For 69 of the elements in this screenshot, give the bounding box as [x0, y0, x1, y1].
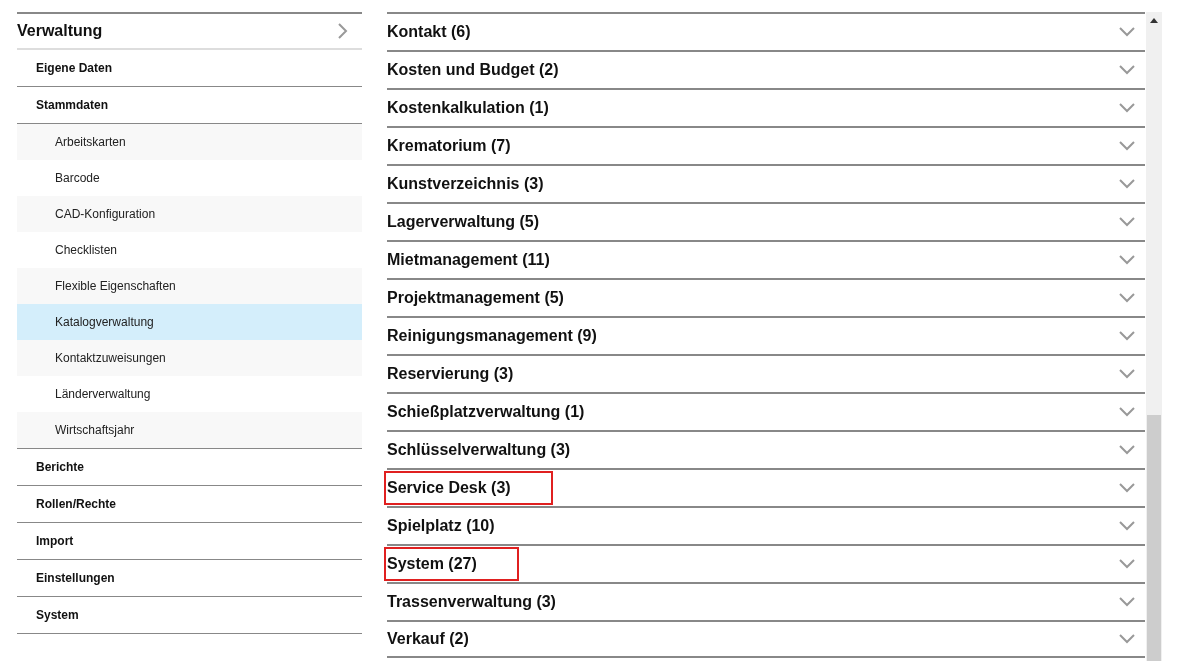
- category-row[interactable]: Reinigungsmanagement (9): [387, 316, 1145, 354]
- scroll-up-icon[interactable]: [1150, 18, 1158, 23]
- sidebar-subitem[interactable]: CAD-Konfiguration: [17, 196, 362, 232]
- category-label: Reinigungsmanagement (9): [386, 326, 598, 346]
- category-label: Krematorium (7): [386, 136, 512, 156]
- category-label: Kosten und Budget (2): [386, 60, 560, 80]
- chevron-right-icon[interactable]: [338, 23, 348, 39]
- category-row[interactable]: Lagerverwaltung (5): [387, 202, 1145, 240]
- sidebar-item[interactable]: System: [17, 597, 362, 634]
- category-row[interactable]: Kontakt (6): [387, 12, 1145, 50]
- sidebar-item[interactable]: Rollen/Rechte: [17, 486, 362, 523]
- category-label: Schlüsselverwaltung (3): [386, 440, 572, 460]
- category-label: Mietmanagement (11): [386, 250, 551, 270]
- sidebar-subitem[interactable]: Arbeitskarten: [17, 124, 362, 160]
- category-row[interactable]: Mietmanagement (11): [387, 240, 1145, 278]
- category-row[interactable]: Schlüsselverwaltung (3): [387, 430, 1145, 468]
- chevron-down-icon[interactable]: [1119, 597, 1135, 607]
- category-row[interactable]: System (27): [387, 544, 1145, 582]
- sidebar-header[interactable]: Verwaltung: [17, 14, 362, 50]
- sidebar-item[interactable]: Import: [17, 523, 362, 560]
- chevron-down-icon[interactable]: [1119, 521, 1135, 531]
- category-row[interactable]: Krematorium (7): [387, 126, 1145, 164]
- chevron-down-icon[interactable]: [1119, 65, 1135, 75]
- category-label: Spielplatz (10): [386, 516, 496, 536]
- chevron-down-icon[interactable]: [1119, 483, 1135, 493]
- sidebar-subitem[interactable]: Flexible Eigenschaften: [17, 268, 362, 304]
- category-row[interactable]: Kunstverzeichnis (3): [387, 164, 1145, 202]
- category-row[interactable]: Kosten und Budget (2): [387, 50, 1145, 88]
- chevron-down-icon[interactable]: [1119, 559, 1135, 569]
- category-row[interactable]: Spielplatz (10): [387, 506, 1145, 544]
- chevron-down-icon[interactable]: [1119, 27, 1135, 37]
- sidebar-subitem[interactable]: Kontaktzuweisungen: [17, 340, 362, 376]
- category-label: Kontakt (6): [386, 22, 472, 42]
- category-label: Trassenverwaltung (3): [386, 592, 557, 612]
- category-label: Projektmanagement (5): [386, 288, 565, 308]
- sidebar-item[interactable]: Eigene Daten: [17, 50, 362, 87]
- chevron-down-icon[interactable]: [1119, 217, 1135, 227]
- sidebar-title: Verwaltung: [17, 22, 103, 40]
- chevron-down-icon[interactable]: [1119, 255, 1135, 265]
- chevron-down-icon[interactable]: [1119, 179, 1135, 189]
- chevron-down-icon[interactable]: [1119, 369, 1135, 379]
- sidebar-item[interactable]: Einstellungen: [17, 560, 362, 597]
- category-row[interactable]: Trassenverwaltung (3): [387, 582, 1145, 620]
- chevron-down-icon[interactable]: [1119, 634, 1135, 644]
- sidebar-subitem[interactable]: Katalogverwaltung: [17, 304, 362, 340]
- chevron-down-icon[interactable]: [1119, 331, 1135, 341]
- category-label: Service Desk (3): [386, 473, 551, 503]
- chevron-down-icon[interactable]: [1119, 445, 1135, 455]
- category-label: Verkauf (2): [386, 629, 470, 649]
- category-row[interactable]: Reservierung (3): [387, 354, 1145, 392]
- chevron-down-icon[interactable]: [1119, 141, 1135, 151]
- category-row[interactable]: Service Desk (3): [387, 468, 1145, 506]
- scrollbar-thumb[interactable]: [1147, 415, 1161, 661]
- chevron-down-icon[interactable]: [1119, 293, 1135, 303]
- category-row[interactable]: Verkauf (2): [387, 620, 1145, 658]
- category-label: Kostenkalkulation (1): [386, 98, 550, 118]
- category-row[interactable]: Projektmanagement (5): [387, 278, 1145, 316]
- chevron-down-icon[interactable]: [1119, 407, 1135, 417]
- sidebar-subitem[interactable]: Wirtschaftsjahr: [17, 412, 362, 448]
- category-label: Schießplatzverwaltung (1): [386, 402, 586, 422]
- category-label: Reservierung (3): [386, 364, 515, 384]
- category-row[interactable]: Kostenkalkulation (1): [387, 88, 1145, 126]
- category-label: System (27): [386, 549, 517, 579]
- sidebar-item[interactable]: Berichte: [17, 449, 362, 486]
- category-label: Lagerverwaltung (5): [386, 212, 541, 232]
- chevron-down-icon[interactable]: [1119, 103, 1135, 113]
- category-row[interactable]: Schießplatzverwaltung (1): [387, 392, 1145, 430]
- scrollbar[interactable]: [1146, 12, 1162, 661]
- category-label: Kunstverzeichnis (3): [386, 174, 545, 194]
